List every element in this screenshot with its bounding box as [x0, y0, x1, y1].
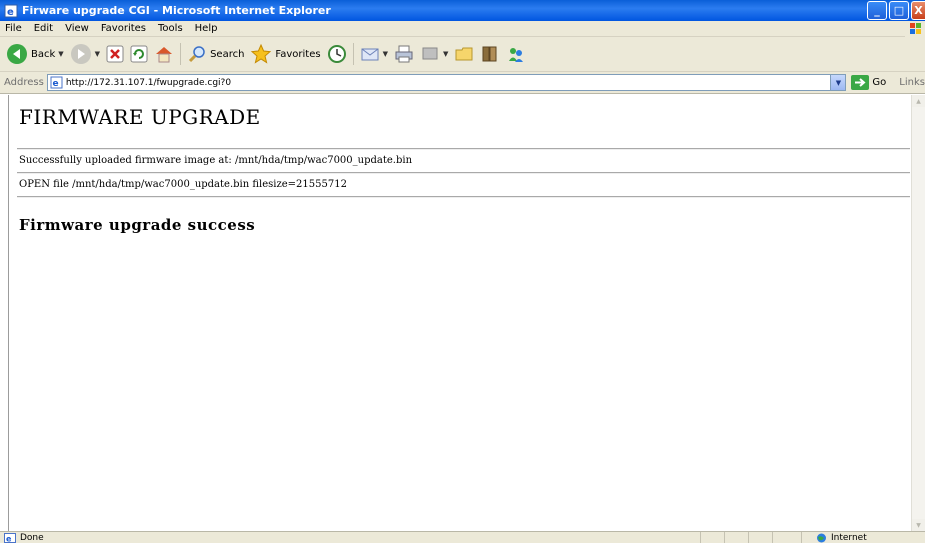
home-button[interactable]	[151, 40, 177, 68]
links-toolbar[interactable]: Links	[899, 77, 925, 88]
address-dropdown-icon[interactable]: ▼	[830, 75, 846, 90]
messenger-icon	[509, 48, 524, 62]
print-button[interactable]	[391, 40, 417, 68]
ie-icon: e	[4, 4, 18, 18]
search-button[interactable]: Search	[184, 40, 247, 68]
messenger-button[interactable]	[503, 40, 529, 68]
status-panel	[700, 531, 724, 543]
security-zone[interactable]: Internet	[801, 531, 867, 543]
stop-button[interactable]	[103, 40, 127, 68]
printer-icon	[395, 45, 413, 63]
page-title: FIRMWARE UPGRADE	[19, 105, 261, 129]
refresh-button[interactable]	[127, 40, 151, 68]
globe-icon	[817, 533, 826, 542]
history-button[interactable]	[324, 40, 350, 68]
toolbar-divider	[180, 43, 182, 65]
research-button[interactable]	[477, 40, 503, 68]
edit-button[interactable]: ▼	[417, 40, 451, 68]
back-button[interactable]: Back ▼	[3, 40, 67, 68]
page-content: FIRMWARE UPGRADE Successfully uploaded f…	[8, 95, 911, 531]
research-icon	[482, 46, 497, 62]
scroll-down-icon[interactable]: ▼	[912, 519, 925, 531]
menu-favorites[interactable]: Favorites	[95, 23, 152, 34]
status-panel	[748, 531, 772, 543]
home-icon	[156, 47, 173, 63]
menu-edit[interactable]: Edit	[28, 23, 59, 34]
svg-text:e: e	[7, 7, 14, 18]
go-label: Go	[872, 77, 887, 88]
chevron-down-icon[interactable]: ▼	[383, 50, 388, 58]
vertical-scrollbar[interactable]: ▲ ▼	[911, 95, 925, 531]
minimize-button[interactable]: _	[867, 1, 887, 20]
favorites-button[interactable]: Favorites	[247, 40, 323, 68]
address-input[interactable]: e http://172.31.107.1/fwupgrade.cgi?0 ▼	[46, 74, 847, 91]
address-bar: Address e http://172.31.107.1/fwupgrade.…	[0, 72, 925, 94]
svg-text:e: e	[52, 79, 58, 89]
zone-label: Internet	[831, 532, 867, 543]
svg-text:e: e	[6, 534, 12, 543]
menu-bar: File Edit View Favorites Tools Help	[0, 21, 925, 37]
address-label: Address	[4, 77, 44, 88]
windows-logo-icon	[905, 21, 925, 37]
go-arrow-icon	[851, 75, 870, 90]
maximize-button[interactable]: □	[889, 1, 909, 20]
open-file-message: OPEN file /mnt/hda/tmp/wac7000_update.bi…	[19, 179, 347, 190]
page-done-icon: e	[4, 532, 16, 543]
toolbar-divider	[352, 43, 354, 65]
menu-view[interactable]: View	[59, 23, 95, 34]
chevron-down-icon[interactable]: ▼	[58, 50, 63, 58]
window-title: Firware upgrade CGI - Microsoft Internet…	[22, 4, 331, 17]
history-icon	[327, 45, 346, 63]
go-button[interactable]: Go	[851, 75, 886, 90]
mail-icon	[361, 48, 379, 61]
title-bar: e Firware upgrade CGI - Microsoft Intern…	[0, 0, 925, 21]
upload-message: Successfully uploaded firmware image at:…	[19, 155, 413, 166]
mail-button[interactable]: ▼	[357, 40, 391, 68]
favorites-label: Favorites	[275, 48, 321, 60]
search-label: Search	[210, 48, 245, 60]
status-bar: e Done Internet	[0, 531, 925, 543]
divider	[17, 172, 910, 174]
refresh-icon	[130, 45, 148, 63]
search-icon	[189, 46, 205, 63]
edit-page-icon	[422, 47, 438, 60]
discuss-button[interactable]	[451, 40, 477, 68]
page-icon: e	[50, 76, 63, 89]
scroll-up-icon[interactable]: ▲	[912, 95, 925, 107]
menu-help[interactable]: Help	[189, 23, 224, 34]
toolbar: Back ▼ ▼ Search Favorites ▼ ▼	[0, 37, 925, 72]
close-button[interactable]: X	[911, 1, 925, 20]
status-panel	[724, 531, 748, 543]
status-text: Done	[20, 532, 44, 543]
upgrade-result: Firmware upgrade success	[19, 216, 256, 234]
menu-file[interactable]: File	[0, 23, 28, 34]
divider	[17, 148, 910, 150]
window-controls: _ □ X	[867, 1, 925, 20]
forward-arrow-icon	[70, 44, 91, 64]
back-arrow-icon	[7, 44, 27, 64]
back-label: Back	[31, 48, 56, 60]
menu-tools[interactable]: Tools	[152, 23, 189, 34]
folder-icon	[455, 47, 473, 61]
status-section: e Done	[0, 532, 700, 543]
chevron-down-icon[interactable]: ▼	[95, 50, 100, 58]
status-panels	[700, 531, 796, 543]
star-icon	[251, 43, 272, 64]
chevron-down-icon[interactable]: ▼	[443, 50, 448, 58]
stop-icon	[106, 45, 124, 63]
status-panel	[772, 531, 796, 543]
divider	[17, 196, 910, 198]
forward-button[interactable]: ▼	[67, 40, 103, 68]
address-url: http://172.31.107.1/fwupgrade.cgi?0	[65, 77, 232, 88]
